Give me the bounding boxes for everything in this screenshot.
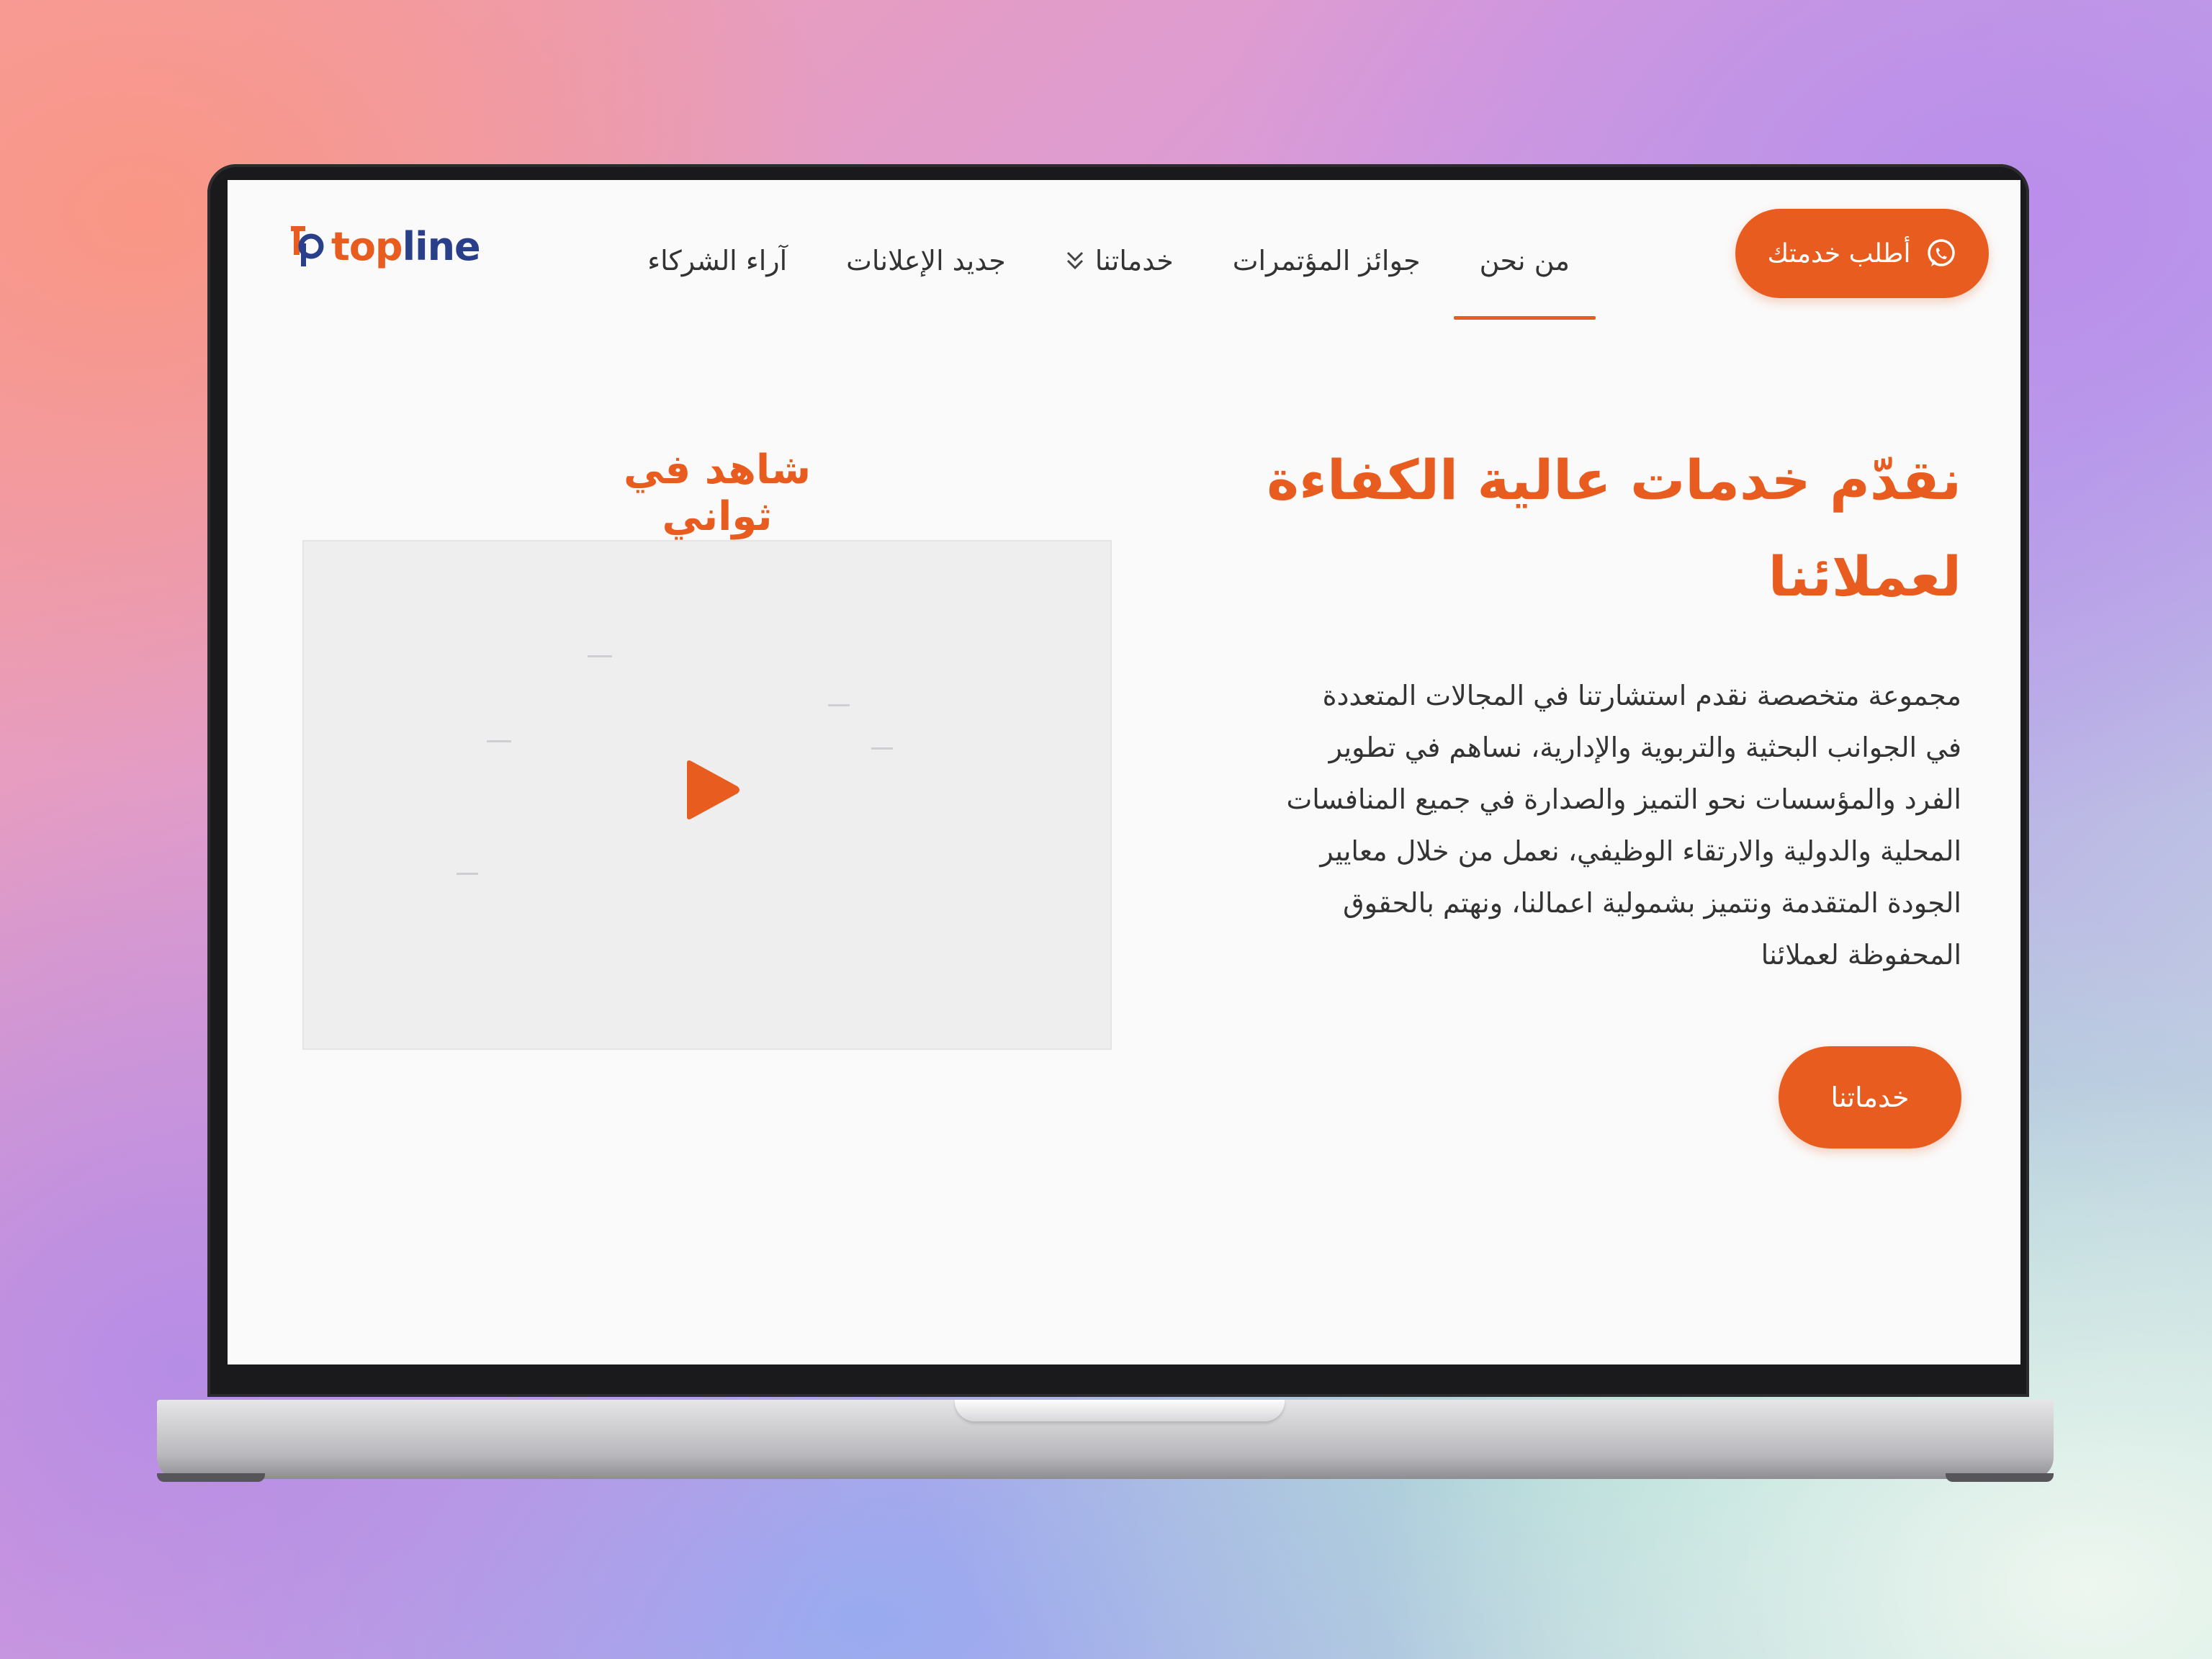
laptop-notch — [955, 1400, 1285, 1421]
nav-item-label: جوائز المؤتمرات — [1232, 245, 1421, 276]
hero-body-line: المحلية والدولية والارتقاء الوظيفي، نعمل… — [1320, 835, 1961, 867]
hero-body-line: مجموعة متخصصة نقدم استشارتنا في المجالات… — [1322, 680, 1961, 711]
hero-body-line: المحفوظة لعملائنا — [1761, 939, 1961, 971]
browser-screen: topline من نحن جوائز المؤتمرات خدماتنا ج… — [228, 180, 2020, 1364]
whatsapp-icon — [1927, 239, 1955, 266]
laptop-foot-right — [1946, 1473, 2054, 1482]
video-placeholder-mark — [871, 747, 893, 750]
services-button[interactable]: خدماتنا — [1779, 1046, 1961, 1148]
hero-body-line: في الجوانب البحثية والتربوية والإدارية، … — [1328, 732, 1961, 763]
nav-item-label: جديد الإعلانات — [846, 245, 1006, 276]
video-placeholder-mark — [588, 655, 612, 657]
play-icon[interactable] — [678, 757, 743, 822]
services-button-label: خدماتنا — [1830, 1082, 1910, 1113]
video-placeholder-mark — [487, 740, 511, 742]
nav-item-testimonials[interactable]: آراء الشركاء — [643, 216, 791, 305]
hero-description: مجموعة متخصصة نقدم استشارتنا في المجالات… — [1241, 670, 1961, 981]
nav-item-about[interactable]: من نحن — [1453, 216, 1596, 320]
nav-item-label: خدماتنا — [1094, 245, 1174, 276]
hero-title-line1: نقدّم خدمات عالية الكفاءة — [1267, 448, 1961, 512]
nav-item-services[interactable]: خدماتنا — [1061, 216, 1178, 305]
video-section-title: شاهد في ثواني — [623, 446, 811, 540]
hero-body-line: الفرد والمؤسسات نحو التميز والصدارة في ج… — [1286, 783, 1961, 815]
main-nav: من نحن جوائز المؤتمرات خدماتنا جديد الإع… — [643, 216, 1596, 320]
logo-text: topline — [331, 223, 481, 269]
hero-title: نقدّم خدمات عالية الكفاءة لعملائنا — [1169, 432, 1961, 625]
request-service-button[interactable]: أطلب خدمتك — [1735, 209, 1989, 298]
laptop-foot-left — [157, 1473, 265, 1482]
nav-item-awards[interactable]: جوائز المؤتمرات — [1228, 216, 1425, 305]
logo-mark-icon — [291, 226, 324, 266]
nav-item-announcements[interactable]: جديد الإعلانات — [842, 216, 1010, 305]
video-placeholder-mark — [828, 704, 850, 706]
request-service-label: أطلب خدمتك — [1767, 238, 1911, 269]
nav-item-label: آراء الشركاء — [647, 245, 788, 276]
nav-item-label: من نحن — [1479, 245, 1570, 276]
hero-title-line2: لعملائنا — [1768, 544, 1961, 608]
chevron-double-down-icon — [1066, 251, 1083, 270]
video-player[interactable] — [302, 540, 1112, 1050]
logo[interactable]: topline — [289, 223, 481, 269]
video-placeholder-mark — [457, 873, 478, 875]
hero-body-line: الجودة المتقدمة ونتميز بشمولية اعمالنا، … — [1343, 887, 1961, 919]
